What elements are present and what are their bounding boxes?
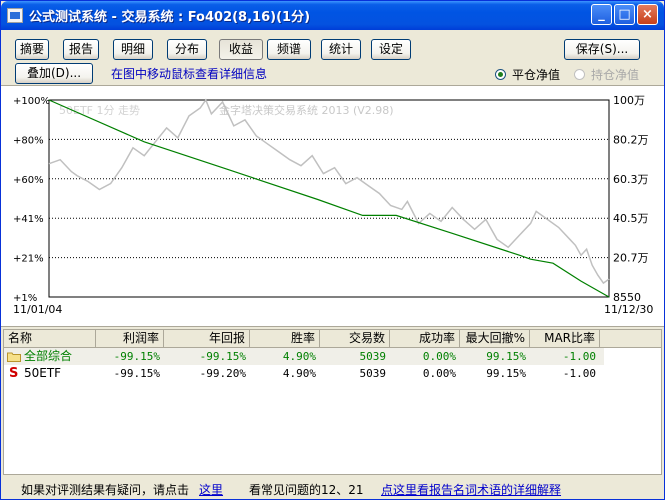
y-right-tick-label: 60.3万: [613, 173, 649, 186]
chart-svg[interactable]: 50ETF 1分 走势 金字塔决策交易系统 2013 (V2.98) +100%…: [1, 86, 664, 328]
y-left-tick-label: +80%: [13, 135, 44, 146]
col-annual[interactable]: 年回报: [164, 330, 250, 348]
row-mar: -1.00: [562, 367, 596, 380]
y-left-tick-label: +21%: [13, 254, 44, 265]
y-right-tick-label: 40.5万: [613, 212, 649, 225]
row-annual: -99.15%: [199, 350, 246, 363]
overlay-button[interactable]: 叠加(D)...: [15, 63, 93, 84]
main-window: 公式测试系统 - 交易系统 : Fo402(8,16)(1分) _ □ × 摘要…: [0, 0, 665, 500]
x-end-label: 11/12/30: [604, 303, 653, 316]
row-win: 4.90%: [282, 350, 316, 363]
s-icon: S: [9, 366, 19, 381]
col-drawdown[interactable]: 最大回撤%: [460, 330, 530, 348]
radio-hold-equity-label: 持仓净值: [591, 68, 640, 82]
tab-detail[interactable]: 明细: [113, 39, 153, 60]
radio-close-equity-label: 平仓净值: [512, 68, 561, 82]
row-name: 50ETF: [24, 366, 62, 380]
radio-hold-equity: 持仓净值: [574, 66, 640, 82]
row-profit: -99.15%: [113, 350, 160, 363]
tab-summary[interactable]: 摘要: [15, 39, 49, 60]
status-text-question: 如果对评测结果有疑问，请点击: [21, 483, 190, 497]
status-text-faq: 看常见问题的12、21: [249, 483, 364, 497]
table-row[interactable]: S 50ETF -99.15% -99.20% 4.90% 5039 0.00%…: [4, 365, 604, 382]
col-win[interactable]: 胜率: [250, 330, 320, 348]
y-left-tick-label: +41%: [13, 214, 44, 225]
folder-icon: [7, 352, 21, 362]
equity-series-line: [48, 99, 610, 298]
row-trades: 5039: [359, 367, 387, 380]
app-icon: [7, 8, 23, 23]
tab-spectrum[interactable]: 频谱: [267, 39, 311, 60]
radio-hold-equity-dot: [574, 69, 585, 80]
y-left-tick-label: +100%: [13, 96, 50, 107]
col-success[interactable]: 成功率: [390, 330, 460, 348]
y-right-tick-label: 100万: [613, 94, 645, 107]
row-trades: 5039: [359, 350, 387, 363]
equity-chart[interactable]: 50ETF 1分 走势 金字塔决策交易系统 2013 (V2.98) +100%…: [1, 85, 664, 327]
status-bar: 如果对评测结果有疑问，请点击 这里 看常见问题的12、21 点这里看报告名词术语…: [1, 477, 664, 499]
faq-link[interactable]: 这里: [199, 481, 223, 498]
title-bar[interactable]: 公式测试系统 - 交易系统 : Fo402(8,16)(1分) _ □ ×: [1, 1, 664, 30]
minimize-button[interactable]: _: [591, 4, 612, 25]
col-mar[interactable]: MAR比率: [530, 330, 600, 348]
chart-overlay-watermark: 金字塔决策交易系统 2013 (V2.98): [219, 103, 394, 117]
row-drawdown: 99.15%: [486, 367, 526, 380]
tab-distribution[interactable]: 分布: [167, 39, 207, 60]
save-button[interactable]: 保存(S)...: [564, 39, 640, 60]
close-button[interactable]: ×: [637, 4, 658, 25]
radio-close-equity-dot[interactable]: [495, 69, 506, 80]
row-name: 全部综合: [24, 349, 73, 363]
row-profit: -99.15%: [113, 367, 160, 380]
chart-overlay-symbol: 50ETF 1分 走势: [59, 104, 140, 117]
col-trades[interactable]: 交易数: [320, 330, 390, 348]
y-right-tick-label: 80.2万: [613, 133, 649, 146]
row-mar: -1.00: [562, 350, 596, 363]
y-left-tick-label: +60%: [13, 175, 44, 186]
row-win: 4.90%: [282, 367, 316, 380]
table-header: 名称 利润率 年回报 胜率 交易数 成功率 最大回撤% MAR比率: [4, 330, 661, 348]
x-start-label: 11/01/04: [13, 303, 62, 316]
chart-hint: 在图中移动鼠标查看详细信息: [111, 67, 268, 81]
tab-report[interactable]: 报告: [63, 39, 99, 60]
tab-returns[interactable]: 收益: [219, 39, 263, 60]
price-series-line: [48, 98, 610, 285]
chart-series: [48, 98, 610, 298]
window-title: 公式测试系统 - 交易系统 : Fo402(8,16)(1分): [29, 10, 311, 25]
row-success: 0.00%: [422, 367, 456, 380]
tab-statistics[interactable]: 统计: [321, 39, 361, 60]
table-row[interactable]: 全部综合 -99.15% -99.15% 4.90% 5039 0.00% 99…: [4, 348, 604, 365]
tab-settings[interactable]: 设定: [371, 39, 411, 60]
row-annual: -99.20%: [199, 367, 246, 380]
row-success: 0.00%: [422, 350, 456, 363]
maximize-button[interactable]: □: [614, 4, 635, 25]
col-name[interactable]: 名称: [4, 330, 96, 348]
row-drawdown: 99.15%: [486, 350, 526, 363]
chart-grid: [48, 99, 610, 298]
glossary-link[interactable]: 点这里看报告名词术语的详细解释: [381, 481, 561, 498]
radio-close-equity[interactable]: 平仓净值: [495, 66, 561, 82]
col-profit[interactable]: 利润率: [96, 330, 164, 348]
plot-frame: [48, 99, 610, 298]
results-table: 名称 利润率 年回报 胜率 交易数 成功率 最大回撤% MAR比率 全部综合 -…: [3, 329, 662, 475]
y-right-tick-label: 20.7万: [613, 252, 649, 265]
